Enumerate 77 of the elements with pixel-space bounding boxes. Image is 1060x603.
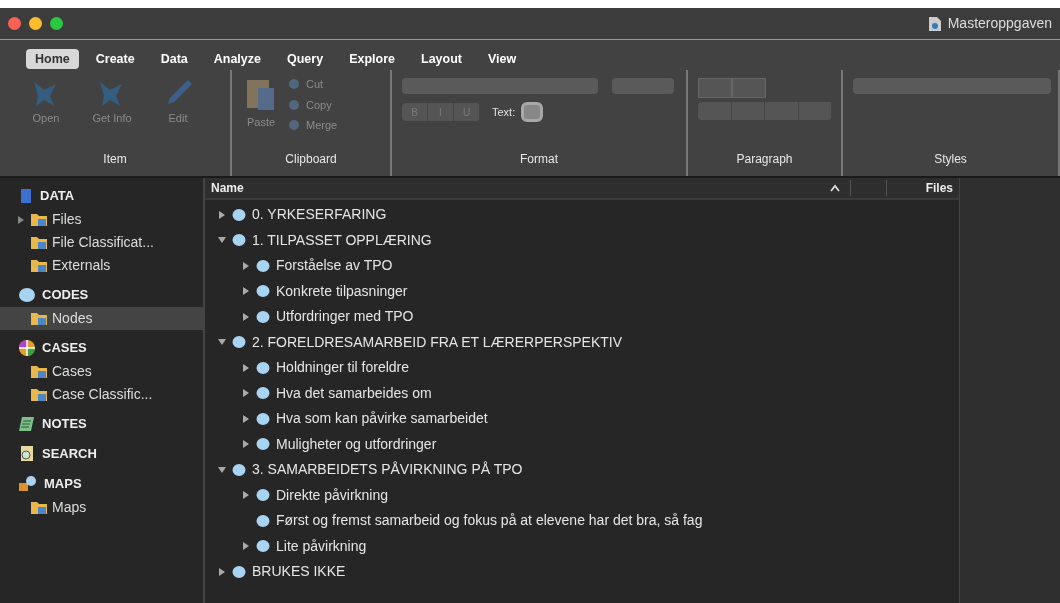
column-header[interactable]: Name <box>205 179 830 197</box>
collapsed-arrow-icon[interactable] <box>217 566 227 577</box>
sidebar-item[interactable]: Externals <box>0 254 203 277</box>
case-icon <box>18 339 36 357</box>
window-title: Masteroppgaven <box>947 14 1052 33</box>
collapsed-arrow-icon[interactable] <box>217 209 227 220</box>
node-name[interactable]: Muligheter og utfordringer <box>276 433 437 455</box>
section-header[interactable]: CODES <box>42 285 89 305</box>
node-name[interactable]: 3. SAMARBEIDETS PÅVIRKNING PÅ TPO <box>252 459 523 481</box>
node-name[interactable]: Først og fremst samarbeid og fokus på at elevene har det bra, så fag <box>276 510 703 532</box>
folder-icon <box>30 235 48 250</box>
notepad-icon <box>18 416 36 432</box>
node-name[interactable]: Hva som kan påvirke samarbeidet <box>276 408 488 430</box>
group-label: Styles <box>933 151 968 168</box>
folder-icon <box>30 258 48 273</box>
section-header[interactable]: DATA <box>40 186 75 206</box>
column-divider <box>850 180 887 196</box>
ribbon-tab[interactable]: Create <box>86 48 144 70</box>
section-header[interactable]: SEARCH <box>42 444 97 464</box>
folder-icon <box>30 364 48 379</box>
column-header[interactable]: Files <box>887 179 959 197</box>
ribbon-tab[interactable]: Home <box>26 48 79 70</box>
collapsed-arrow-icon[interactable] <box>241 311 251 322</box>
node-name[interactable]: 1. TILPASSET OPPLÆRING <box>252 229 432 251</box>
ribbon-tab[interactable]: Analyze <box>204 48 270 70</box>
node-name[interactable]: BRUKES IKKE <box>252 561 346 583</box>
collapsed-arrow-icon[interactable] <box>16 214 26 225</box>
group-label: Paragraph <box>735 151 794 168</box>
zoom-button[interactable] <box>50 17 63 30</box>
book-icon <box>18 188 34 204</box>
folder-icon <box>30 387 48 402</box>
sidebar-item[interactable]: Files <box>0 208 203 231</box>
ribbon-tab[interactable]: Data <box>151 48 197 70</box>
folder-icon <box>30 311 48 326</box>
node-name[interactable]: 0. YRKESERFARING <box>252 204 387 226</box>
node-name[interactable]: Holdninger til foreldre <box>276 357 410 379</box>
ribbon-tab[interactable]: View <box>479 48 526 70</box>
collapsed-arrow-icon[interactable] <box>241 388 251 399</box>
node-name[interactable]: Utfordringer med TPO <box>276 306 414 328</box>
close-button[interactable] <box>8 17 21 30</box>
node-name[interactable]: Direkte påvirkning <box>276 484 389 506</box>
group-label: Format <box>519 151 559 168</box>
ribbon-tab[interactable]: Query <box>278 48 333 70</box>
section-header[interactable]: CASES <box>42 338 87 358</box>
group-label: Clipboard <box>284 151 338 168</box>
folder-icon <box>30 500 48 515</box>
section-header[interactable]: MAPS <box>44 474 82 494</box>
collapsed-arrow-icon[interactable] <box>241 286 251 297</box>
collapsed-arrow-icon[interactable] <box>241 413 251 424</box>
text-color-label: Text: <box>492 104 516 120</box>
collapsed-arrow-icon[interactable] <box>241 541 251 552</box>
sidebar-item[interactable]: Cases <box>0 360 203 383</box>
collapsed-arrow-icon[interactable] <box>241 439 251 450</box>
collapsed-arrow-icon[interactable] <box>241 490 251 501</box>
node-name[interactable]: Forståelse av TPO <box>276 255 393 277</box>
sidebar-item[interactable]: File Classificat... <box>0 231 203 254</box>
node-name[interactable]: Konkrete tilpasninger <box>276 280 408 302</box>
map-icon <box>18 475 38 493</box>
sidebar-item[interactable]: Maps <box>0 496 203 519</box>
ribbon-tab[interactable]: Explore <box>340 48 404 70</box>
document-icon <box>927 15 942 32</box>
expanded-arrow-icon[interactable] <box>217 464 227 475</box>
color-swatch[interactable] <box>521 102 544 122</box>
sidebar-item[interactable]: Case Classific... <box>0 383 203 406</box>
search-icon <box>18 445 36 463</box>
sidebar-item[interactable]: Nodes <box>0 307 203 330</box>
ribbon-tab[interactable]: Layout <box>412 48 471 70</box>
folder-icon <box>30 212 48 227</box>
minimize-button[interactable] <box>29 17 42 30</box>
section-header[interactable]: NOTES <box>42 414 87 434</box>
node-name[interactable]: Hva det samarbeides om <box>276 382 432 404</box>
sort-caret-icon[interactable] <box>830 184 840 192</box>
node-name[interactable]: Lite påvirkning <box>276 535 367 557</box>
collapsed-arrow-icon[interactable] <box>241 260 251 271</box>
group-label: Item <box>102 151 128 168</box>
collapsed-arrow-icon[interactable] <box>241 362 251 373</box>
node-name[interactable]: 2. FORELDRESAMARBEID FRA ET LÆRERPERSPEKTIV <box>252 331 623 353</box>
